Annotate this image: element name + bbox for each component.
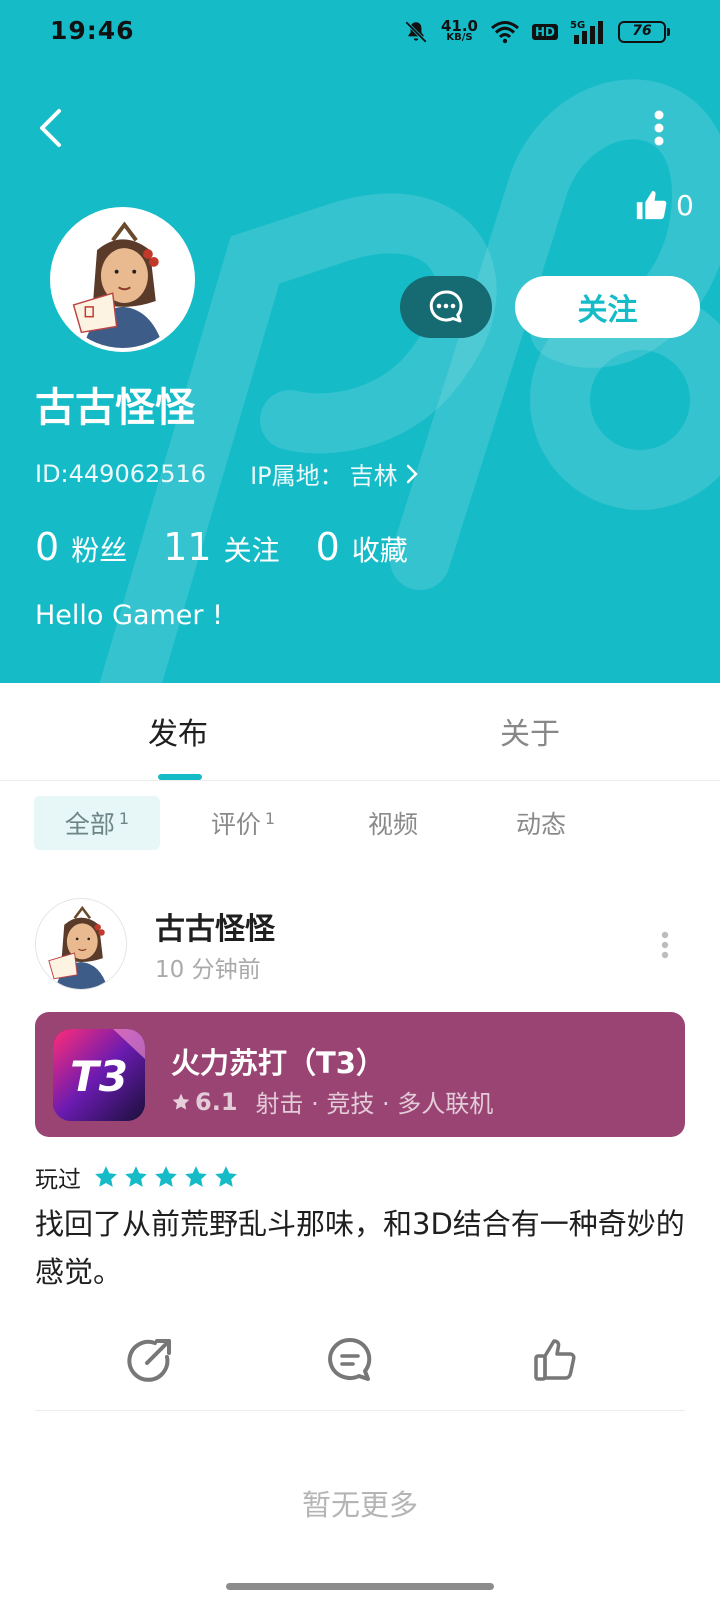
star-icon bbox=[125, 1166, 147, 1187]
post-timestamp: 10 分钟前 bbox=[155, 957, 261, 983]
comment-button[interactable] bbox=[320, 1330, 380, 1390]
user-id: ID:449062516 bbox=[35, 459, 207, 488]
stat-following[interactable]: 11 关注 bbox=[163, 525, 279, 569]
review-text: 找回了从前荒野乱斗那味，和3D结合有一种奇妙的感觉。 bbox=[35, 1207, 685, 1289]
comment-icon bbox=[328, 1337, 372, 1381]
like-button[interactable] bbox=[526, 1330, 586, 1390]
game-card[interactable]: T3 火力苏打（T3） 6.1 射击 · 竞技 · 多人联机 bbox=[35, 1012, 685, 1137]
signal-5g-icon: 5G bbox=[570, 20, 603, 44]
ip-location-label: IP属地： bbox=[250, 462, 344, 490]
profile-nickname: 古古怪怪 bbox=[35, 385, 195, 431]
game-tags: 射击 · 竞技 · 多人联机 bbox=[255, 1090, 494, 1118]
filter-moments[interactable]: 动态 bbox=[478, 796, 604, 850]
post-divider bbox=[35, 1410, 685, 1411]
net-speed: 41.0 KB/S bbox=[440, 17, 478, 44]
mute-bell-icon bbox=[405, 21, 427, 43]
main-tabs: 发布 关于 bbox=[0, 683, 720, 781]
wifi-icon bbox=[491, 21, 519, 44]
active-tab-indicator bbox=[158, 774, 202, 780]
hd-badge: HD bbox=[531, 24, 558, 40]
svg-text:T3: T3 bbox=[70, 1052, 128, 1101]
battery-indicator: 76 bbox=[618, 21, 670, 43]
like-count: 0 bbox=[676, 188, 694, 222]
profile-header: 19:46 41.0 KB/S HD 5G 76 0 关注 古古怪怪 ID:44… bbox=[0, 0, 720, 683]
filter-videos[interactable]: 视频 bbox=[330, 796, 456, 850]
ip-location-value[interactable]: 吉林 bbox=[350, 456, 398, 491]
stat-fans[interactable]: 0 粉丝 bbox=[35, 525, 127, 569]
star-icon bbox=[95, 1166, 117, 1187]
no-more-text: 暂无更多 bbox=[301, 1488, 418, 1522]
rating-row: 玩过 bbox=[35, 1160, 239, 1194]
post-actions bbox=[0, 1320, 720, 1400]
game-title: 火力苏打（T3） bbox=[171, 1046, 385, 1080]
game-logo-icon: T3 bbox=[53, 1029, 145, 1121]
vertical-dots-icon bbox=[654, 110, 664, 146]
tab-about[interactable]: 关于 bbox=[500, 709, 560, 753]
post-author-name[interactable]: 古古怪怪 bbox=[155, 904, 275, 948]
filter-all[interactable]: 全部 1 bbox=[34, 796, 160, 850]
stats-row: 0 粉丝 11 关注 0 收藏 bbox=[35, 525, 444, 569]
profile-bio: Hello Gamer ! bbox=[35, 600, 223, 631]
vertical-dots-icon bbox=[661, 931, 669, 959]
filter-tabs: 全部 1 评价 1 视频 动态 bbox=[0, 796, 720, 852]
star-icon bbox=[215, 1166, 237, 1187]
played-label: 玩过 bbox=[35, 1167, 81, 1193]
status-icons: 41.0 KB/S HD 5G 76 bbox=[403, 16, 670, 48]
tab-posts[interactable]: 发布 bbox=[148, 709, 208, 753]
more-options-button[interactable] bbox=[638, 100, 680, 156]
home-indicator[interactable] bbox=[226, 1583, 494, 1590]
filter-reviews[interactable]: 评价 1 bbox=[180, 796, 306, 850]
share-button[interactable] bbox=[120, 1330, 180, 1390]
follow-button[interactable]: 关注 bbox=[515, 276, 700, 338]
share-icon bbox=[127, 1339, 171, 1382]
star-icon bbox=[155, 1166, 177, 1187]
avatar-illustration bbox=[36, 899, 126, 989]
profile-likes[interactable]: 0 bbox=[634, 188, 694, 222]
post-author-avatar[interactable] bbox=[35, 898, 127, 990]
stat-favorites[interactable]: 0 收藏 bbox=[316, 525, 408, 569]
game-meta: 6.1 射击 · 竞技 · 多人联机 bbox=[171, 1084, 493, 1119]
game-rating: 6.1 bbox=[195, 1087, 238, 1116]
back-button[interactable] bbox=[28, 100, 72, 156]
profile-avatar[interactable] bbox=[50, 207, 195, 352]
star-rating bbox=[93, 1164, 239, 1190]
avatar-illustration bbox=[54, 211, 191, 348]
thumbs-up-icon bbox=[636, 190, 667, 220]
chat-bubble-icon bbox=[429, 290, 463, 323]
chevron-left-icon bbox=[40, 109, 61, 147]
id-row: ID:449062516 IP属地： 吉林 bbox=[35, 456, 418, 491]
chevron-right-icon[interactable] bbox=[406, 464, 418, 484]
message-button[interactable] bbox=[400, 276, 492, 338]
post-more-button[interactable] bbox=[650, 920, 680, 970]
status-time: 19:46 bbox=[50, 16, 135, 45]
status-bar: 19:46 41.0 KB/S HD 5G 76 bbox=[0, 0, 720, 64]
thumbs-up-icon bbox=[534, 1339, 576, 1381]
star-icon bbox=[172, 1093, 190, 1110]
star-icon bbox=[185, 1166, 207, 1187]
svg-text:5G: 5G bbox=[570, 20, 585, 31]
game-icon: T3 bbox=[53, 1029, 145, 1121]
